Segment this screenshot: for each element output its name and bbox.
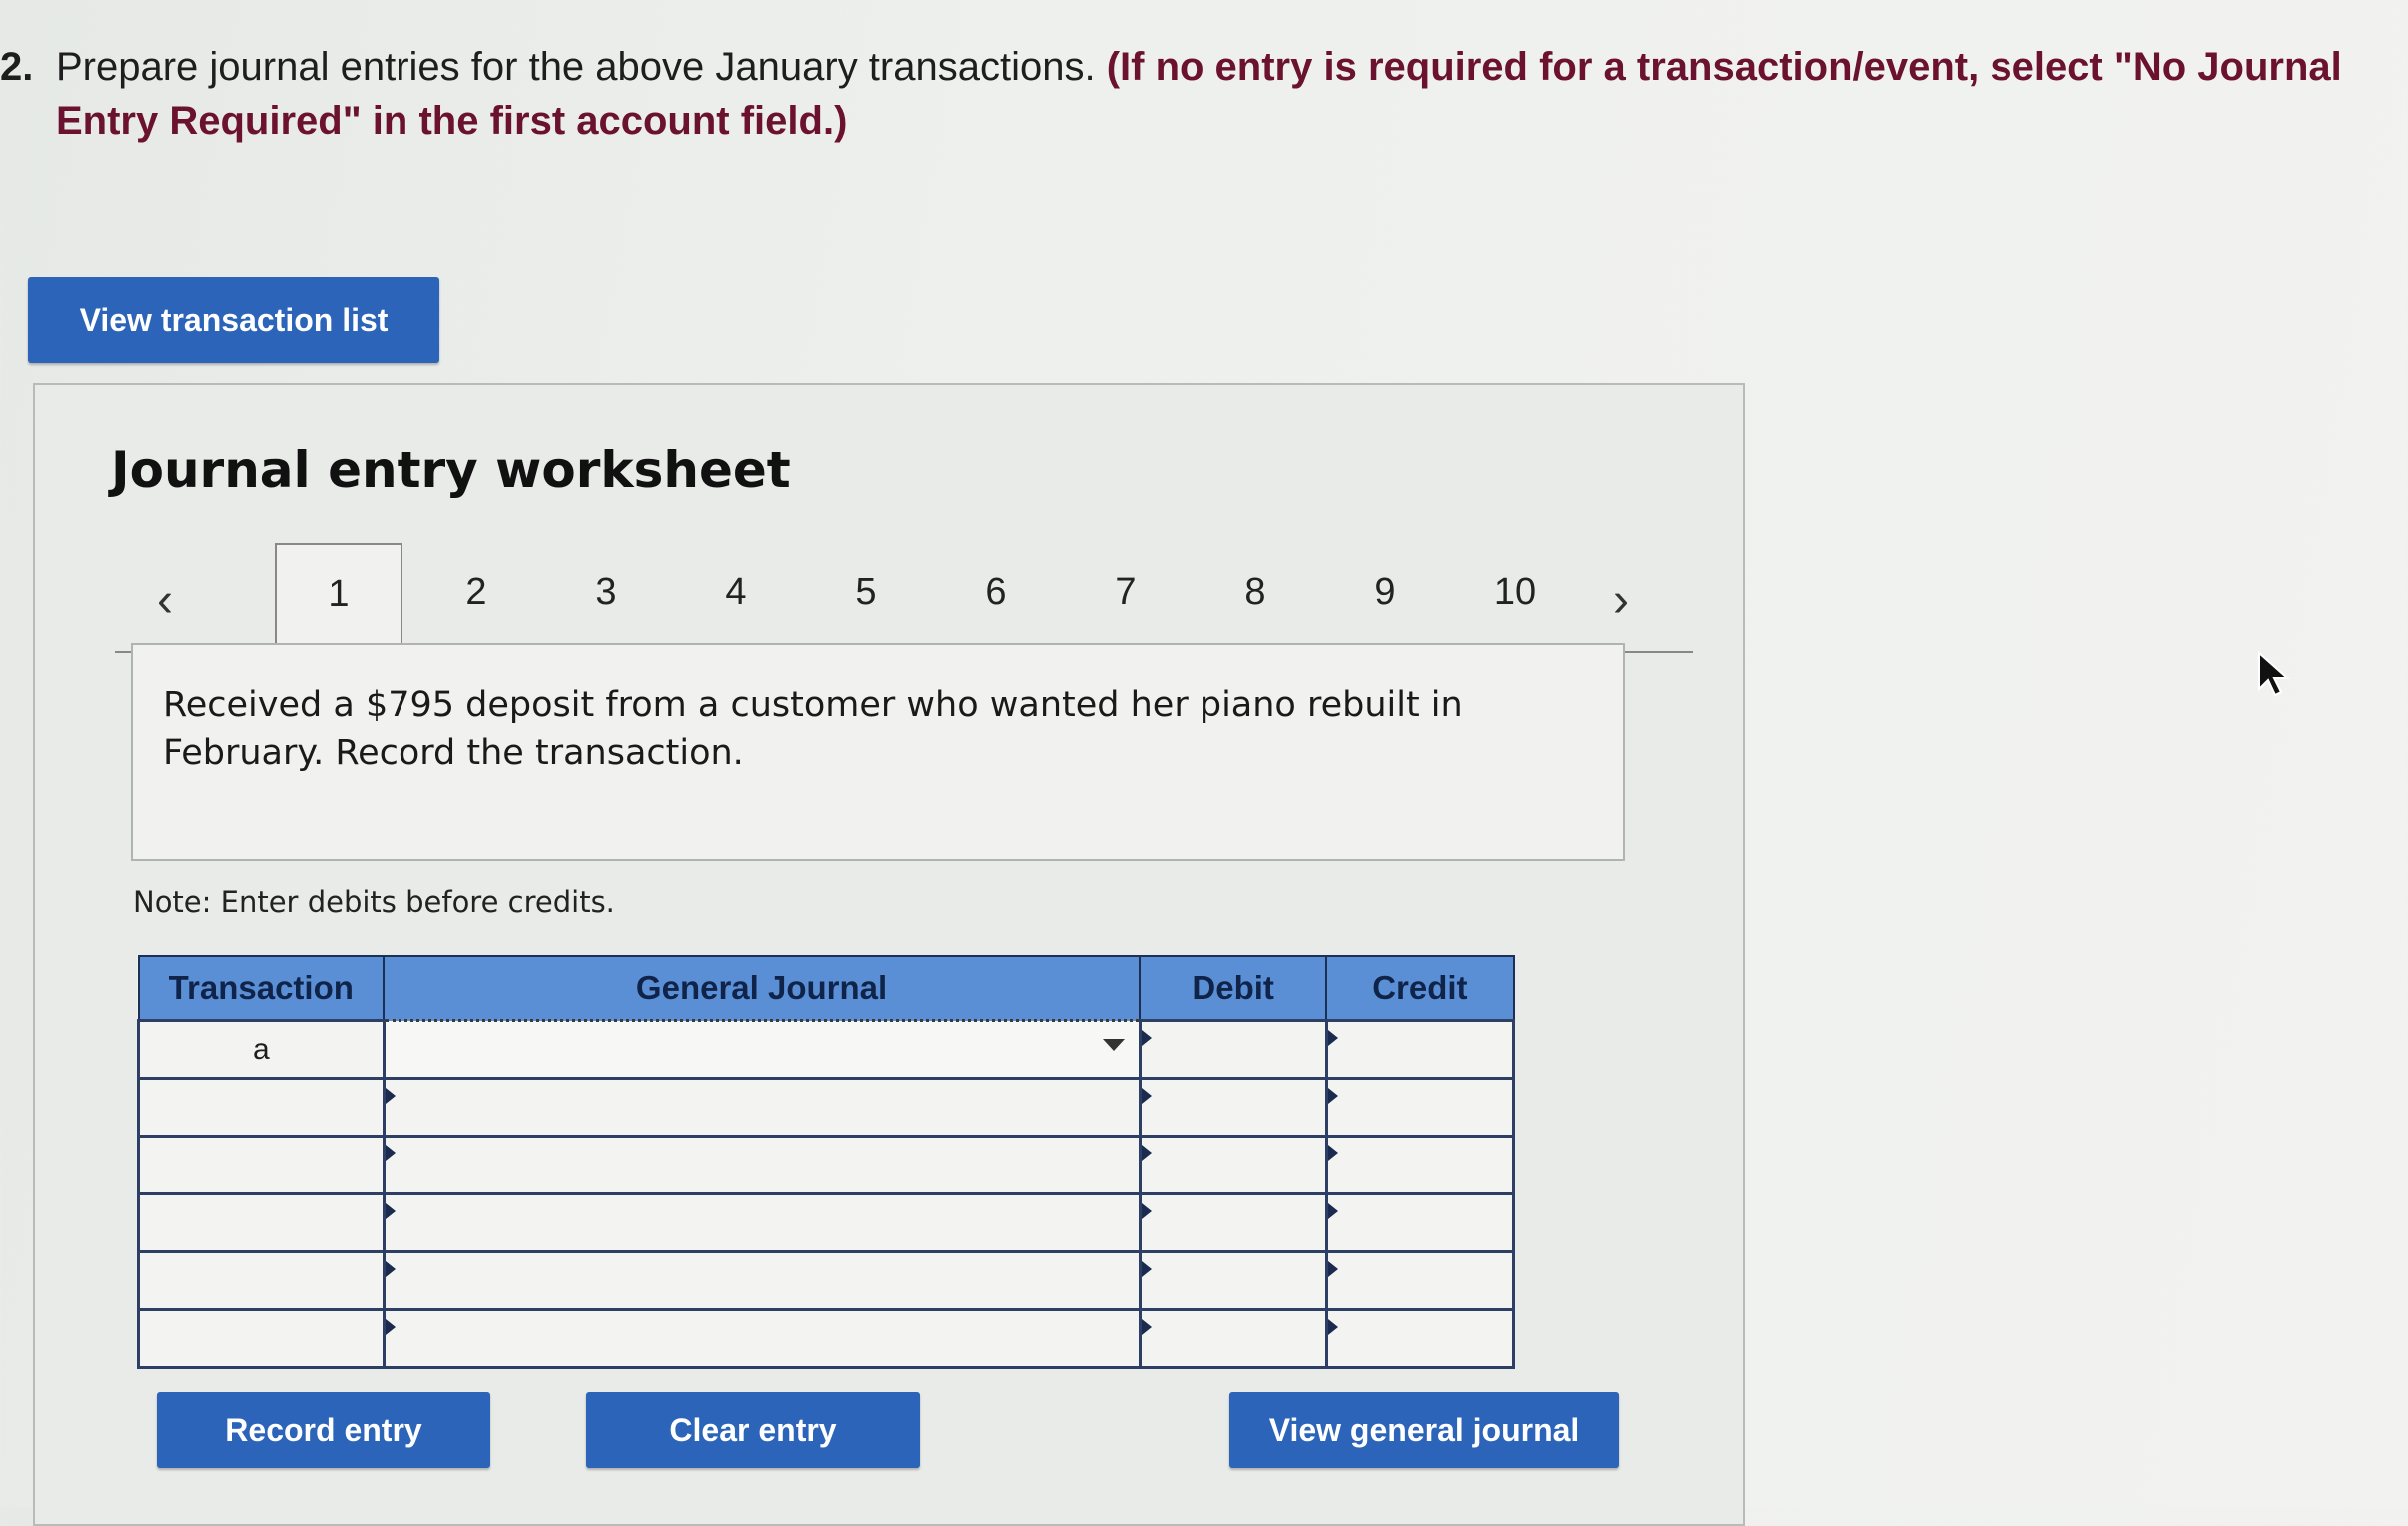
- prev-arrow-icon[interactable]: ‹: [157, 573, 173, 628]
- table-row: [137, 1308, 1516, 1369]
- next-arrow-icon[interactable]: ›: [1613, 573, 1629, 628]
- transaction-cell: [137, 1308, 386, 1369]
- journal-entry-worksheet: Journal entry worksheet ‹ 1 2 3 4 5 6 7 …: [33, 383, 1745, 1526]
- tab-9[interactable]: 9: [1325, 571, 1445, 614]
- debit-input[interactable]: [1138, 1308, 1328, 1369]
- clear-entry-button[interactable]: Clear entry: [586, 1392, 920, 1468]
- tab-4[interactable]: 4: [676, 571, 796, 614]
- debit-input[interactable]: [1138, 1077, 1328, 1138]
- journal-table: Transaction General Journal Debit Credit…: [137, 955, 1516, 1369]
- input-marker-icon: [385, 1319, 396, 1335]
- input-marker-icon: [1327, 1319, 1338, 1335]
- table-row: [137, 1250, 1516, 1311]
- input-marker-icon: [1327, 1030, 1338, 1046]
- account-select[interactable]: [382, 1192, 1142, 1253]
- tab-7[interactable]: 7: [1066, 571, 1186, 614]
- tab-1[interactable]: 1: [275, 543, 402, 653]
- header-credit: Credit: [1325, 955, 1515, 1022]
- account-select[interactable]: [382, 1019, 1142, 1080]
- journal-header-row: Transaction General Journal Debit Credit: [137, 955, 1515, 1022]
- chevron-down-icon[interactable]: [1102, 1039, 1125, 1051]
- credit-input[interactable]: [1324, 1019, 1516, 1080]
- tab-10[interactable]: 10: [1455, 571, 1575, 614]
- question-text-block: Prepare journal entries for the above Ja…: [56, 40, 2397, 148]
- header-transaction: Transaction: [137, 955, 386, 1022]
- account-select[interactable]: [382, 1308, 1142, 1369]
- tab-2[interactable]: 2: [416, 571, 536, 614]
- input-marker-icon: [1327, 1261, 1338, 1277]
- debit-input[interactable]: [1138, 1250, 1328, 1311]
- transaction-description: Received a $795 deposit from a customer …: [131, 643, 1625, 861]
- transaction-cell: a: [137, 1019, 386, 1080]
- question-prompt: 2. Prepare journal entries for the above…: [0, 40, 2397, 148]
- tab-5[interactable]: 5: [806, 571, 926, 614]
- credit-input[interactable]: [1324, 1077, 1516, 1138]
- table-row: [137, 1077, 1516, 1138]
- input-marker-icon: [1141, 1261, 1152, 1277]
- transaction-cell: [137, 1077, 386, 1138]
- credit-input[interactable]: [1324, 1135, 1516, 1195]
- input-marker-icon: [1141, 1319, 1152, 1335]
- credit-input[interactable]: [1324, 1192, 1516, 1253]
- transaction-cell: [137, 1192, 386, 1253]
- debit-input[interactable]: [1138, 1135, 1328, 1195]
- table-row: a: [137, 1019, 1516, 1080]
- input-marker-icon: [1141, 1088, 1152, 1104]
- view-transaction-list-button[interactable]: View transaction list: [28, 277, 439, 363]
- tab-3[interactable]: 3: [546, 571, 666, 614]
- account-select[interactable]: [382, 1250, 1142, 1311]
- tab-6[interactable]: 6: [936, 571, 1056, 614]
- account-select[interactable]: [382, 1077, 1142, 1138]
- tab-8[interactable]: 8: [1196, 571, 1315, 614]
- debit-input[interactable]: [1138, 1019, 1328, 1080]
- table-row: [137, 1135, 1516, 1195]
- credit-input[interactable]: [1324, 1308, 1516, 1369]
- input-marker-icon: [385, 1203, 396, 1219]
- header-debit: Debit: [1139, 955, 1328, 1022]
- view-general-journal-button[interactable]: View general journal: [1229, 1392, 1619, 1468]
- transaction-cell: [137, 1250, 386, 1311]
- input-marker-icon: [1141, 1203, 1152, 1219]
- table-row: [137, 1192, 1516, 1253]
- entry-note: Note: Enter debits before credits.: [133, 885, 615, 919]
- input-marker-icon: [1327, 1088, 1338, 1104]
- question-number: 2.: [0, 45, 34, 89]
- transaction-pager: ‹ 1 2 3 4 5 6 7 8 9 10 ›: [115, 543, 1693, 653]
- transaction-cell: [137, 1135, 386, 1195]
- input-marker-icon: [1141, 1030, 1152, 1046]
- input-marker-icon: [1327, 1203, 1338, 1219]
- input-marker-icon: [385, 1088, 396, 1104]
- header-general-journal: General Journal: [383, 955, 1142, 1022]
- input-marker-icon: [385, 1261, 396, 1277]
- account-select[interactable]: [382, 1135, 1142, 1195]
- question-text: Prepare journal entries for the above Ja…: [56, 45, 1107, 89]
- mouse-cursor-icon: [2258, 651, 2290, 697]
- credit-input[interactable]: [1324, 1250, 1516, 1311]
- debit-input[interactable]: [1138, 1192, 1328, 1253]
- worksheet-title: Journal entry worksheet: [111, 441, 791, 499]
- record-entry-button[interactable]: Record entry: [157, 1392, 490, 1468]
- input-marker-icon: [1327, 1145, 1338, 1161]
- input-marker-icon: [1141, 1145, 1152, 1161]
- input-marker-icon: [385, 1145, 396, 1161]
